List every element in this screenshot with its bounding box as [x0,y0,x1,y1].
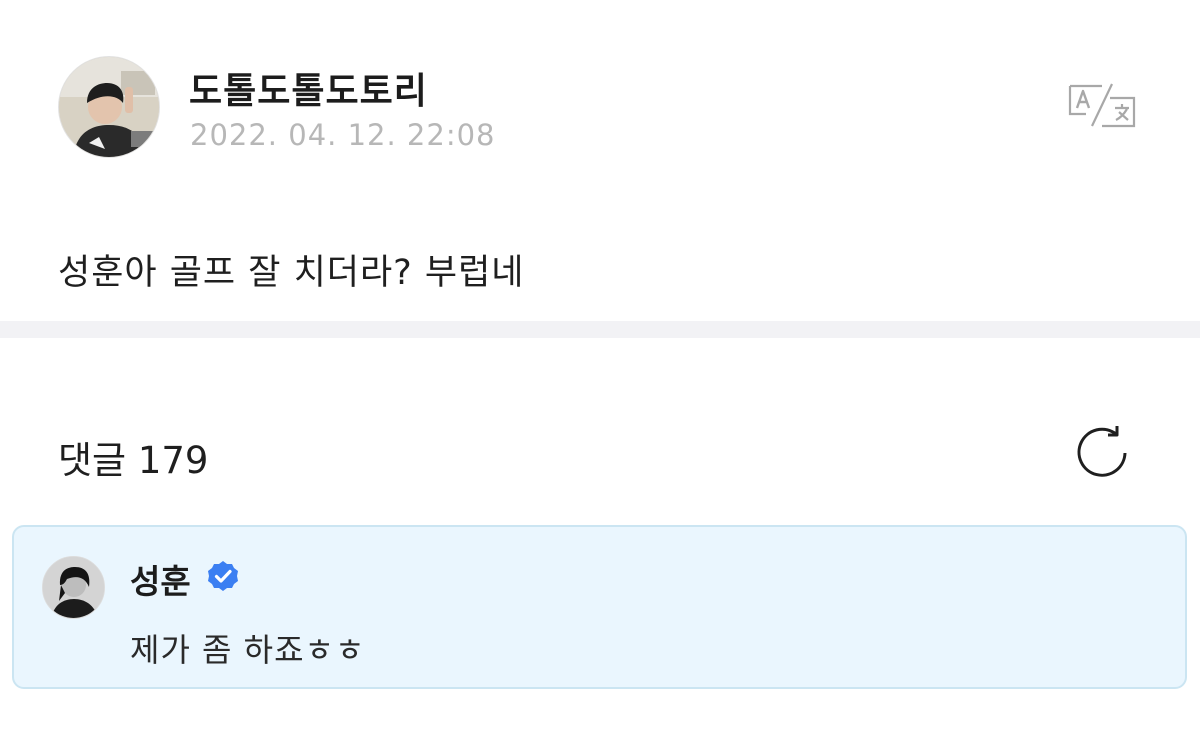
comment-item[interactable]: 성훈 제가 좀 하죠ㅎㅎ [12,525,1187,689]
author-avatar[interactable] [58,56,160,158]
commenter-avatar[interactable] [42,556,105,619]
comments-count-title: 댓글 179 [58,439,209,482]
post-timestamp: 2022. 04. 12. 22:08 [190,118,496,152]
post-body-text: 성훈아 골프 잘 치더라? 부럽네 [58,253,525,293]
post-author-name[interactable]: 도톨도톨도토리 [189,62,428,114]
post-header: 도톨도톨도토리 2022. 04. 12. 22:08 [58,56,1158,160]
comment-text: 제가 좀 하죠ㅎㅎ [130,631,366,669]
verified-badge-icon [208,561,238,591]
post-detail-page: 도톨도톨도토리 2022. 04. 12. 22:08 성훈아 골프 잘 치더라… [0,0,1200,729]
refresh-icon [1077,426,1127,477]
avatar-photo [43,557,104,618]
refresh-button[interactable] [1072,422,1132,482]
translate-icon [1068,83,1136,128]
section-divider [0,321,1200,338]
translate-button[interactable] [1066,80,1138,132]
comment-author-name[interactable]: 성훈 [130,555,191,603]
avatar-photo [59,57,159,157]
